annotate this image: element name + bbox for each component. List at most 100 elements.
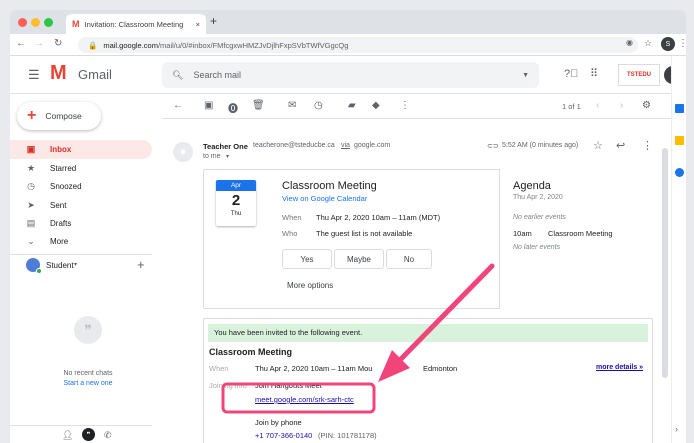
reload-icon[interactable]: ↻: [54, 38, 62, 49]
reply-icon[interactable]: ↩: [616, 139, 625, 152]
delete-icon[interactable]: 🗑︎: [252, 100, 265, 111]
phone-number-link[interactable]: +1 707-366-0140: [255, 431, 312, 440]
compose-plus-icon: +: [27, 107, 37, 124]
minimize-window-icon[interactable]: [31, 18, 40, 27]
bookmark-star-icon[interactable]: ☆: [644, 38, 652, 49]
close-window-icon[interactable]: [18, 18, 27, 27]
phone-pin: (PIN: 101781178): [318, 431, 377, 440]
browser-tab[interactable]: M Invitation: Classroom Meeting ×: [66, 14, 206, 34]
when-value: Thu Apr 2, 2020 10am – 11am (MDT): [316, 213, 441, 222]
sender-avatar[interactable]: ●: [173, 142, 193, 162]
tab-title: Invitation: Classroom Meeting: [84, 19, 184, 29]
join-by-phone-label: Join by phone: [255, 418, 302, 427]
calendar-addon-icon[interactable]: [675, 104, 684, 113]
attachment-icon: ⊂⊃: [487, 143, 499, 150]
new-tab-button[interactable]: +: [210, 14, 217, 28]
search-bar[interactable]: 🔍︎ Search mail ▼: [162, 62, 539, 88]
main-menu-icon[interactable]: ☰: [28, 67, 40, 83]
keep-addon-icon[interactable]: [675, 136, 684, 145]
more-actions-icon[interactable]: ⋮: [400, 100, 410, 111]
recipient-line[interactable]: to me: [203, 153, 221, 160]
tab-close-icon[interactable]: ×: [196, 20, 200, 29]
gmail-logo-text: Gmail: [78, 67, 112, 82]
view-on-calendar-link[interactable]: View on Google Calendar: [282, 194, 367, 203]
sidebar-item-snoozed[interactable]: ◷ Snoozed: [10, 177, 152, 196]
clock-icon: ◷: [27, 181, 35, 191]
star-message-icon[interactable]: ☆: [593, 139, 603, 152]
browser-profile-avatar[interactable]: S: [661, 37, 675, 51]
inbox-icon: ▣: [26, 144, 36, 154]
via-domain: google.com: [354, 142, 391, 149]
mark-unread-icon[interactable]: ✉: [288, 100, 296, 111]
send-icon: ➤: [27, 200, 35, 210]
start-chat-link[interactable]: Start a new one: [52, 380, 124, 387]
agenda-date: Thu Apr 2, 2020: [513, 194, 563, 201]
rsvp-maybe-button[interactable]: Maybe: [334, 249, 384, 269]
show-details-icon[interactable]: ▾: [226, 153, 229, 160]
when-label: When: [282, 213, 302, 222]
back-to-inbox-icon[interactable]: ←: [173, 100, 183, 111]
contacts-person-icon[interactable]: 👤︎: [62, 430, 73, 441]
forward-icon[interactable]: →: [34, 38, 44, 49]
message-scrollbar[interactable]: [662, 148, 668, 378]
hangouts-chat-icon[interactable]: ❞: [82, 428, 95, 441]
apps-grid-icon[interactable]: ⠿: [590, 67, 598, 80]
chevron-down-icon: ⌄: [27, 236, 35, 246]
phone-icon[interactable]: ✆: [104, 430, 112, 441]
rsvp-no-button[interactable]: No: [386, 249, 432, 269]
address-bar-row: ← → ↻ 🔒 mail.google.com/mail/u/0/#inbox/…: [10, 34, 688, 56]
search-options-icon[interactable]: ▼: [522, 72, 529, 79]
organization-logo[interactable]: TSTEDU: [618, 64, 660, 86]
meet-link[interactable]: meet.google.com/srk-sarh-ctc: [255, 395, 354, 404]
star-icon: ★: [26, 163, 36, 173]
snooze-icon[interactable]: ◷: [314, 100, 323, 111]
event-title: Classroom Meeting: [282, 180, 377, 192]
older-icon[interactable]: ›: [620, 100, 623, 111]
sidebar-item-label: Sent: [50, 201, 67, 210]
support-icon[interactable]: ?⃝: [564, 68, 578, 80]
sidebar-item-label: Starred: [50, 164, 77, 173]
no-earlier-events: No earlier events: [513, 214, 566, 221]
archive-icon[interactable]: ▣: [204, 100, 213, 111]
sidebar-item-inbox[interactable]: ▣ Inbox: [10, 140, 152, 159]
more-details-link[interactable]: more details »: [596, 364, 643, 371]
maximize-window-icon[interactable]: [44, 18, 53, 27]
rsvp-yes-button[interactable]: Yes: [282, 249, 332, 269]
url-field[interactable]: 🔒 mail.google.com/mail/u/0/#inbox/FMfcgx…: [78, 37, 638, 53]
move-to-icon[interactable]: ▰: [348, 100, 356, 111]
search-icon[interactable]: 🔍︎: [172, 70, 183, 81]
sidebar-item-label: Drafts: [50, 219, 72, 228]
report-spam-icon[interactable]: ⓿: [228, 100, 238, 115]
user-status-dropdown-icon[interactable]: ▾: [74, 261, 77, 268]
sidebar-item-drafts[interactable]: ▤ Drafts: [10, 214, 152, 233]
gmail-logo-icon[interactable]: M: [50, 62, 67, 85]
invite-when-label: When: [209, 364, 229, 373]
key-icon[interactable]: ◉: [626, 38, 633, 47]
agenda-item-title[interactable]: Classroom Meeting: [548, 229, 613, 238]
expand-side-panel-icon[interactable]: ›: [675, 424, 678, 434]
sidebar-item-more[interactable]: ⌄ More: [10, 232, 152, 251]
search-input[interactable]: Search mail: [193, 70, 512, 80]
compose-button[interactable]: + Compose: [17, 102, 101, 130]
agenda-item-time: 10am: [513, 229, 532, 238]
back-icon[interactable]: ←: [16, 38, 26, 49]
message-more-icon[interactable]: ⋮: [642, 139, 653, 152]
side-panel: ›: [671, 56, 686, 443]
sidebar-item-sent[interactable]: ➤ Sent: [10, 196, 152, 215]
label-icon[interactable]: ◆: [372, 100, 380, 111]
hangouts-user-name[interactable]: Student: [46, 261, 74, 270]
newer-icon[interactable]: ‹: [596, 100, 599, 111]
message-timestamp: 5:52 AM (0 minutes ago): [502, 142, 579, 149]
settings-gear-icon[interactable]: ⚙: [642, 100, 651, 111]
presence-dot-icon: [36, 268, 42, 274]
lock-icon: 🔒: [88, 40, 98, 50]
browser-menu-icon[interactable]: ⋮: [678, 38, 688, 49]
invite-title: Classroom Meeting: [209, 347, 293, 357]
more-options-button[interactable]: More options: [287, 281, 333, 290]
new-chat-plus-icon[interactable]: +: [137, 257, 145, 272]
invite-when-value: Thu Apr 2, 2020 10am – 11am Mou: [255, 364, 373, 373]
agenda-title: Agenda: [513, 180, 551, 192]
tasks-addon-icon[interactable]: [675, 168, 684, 177]
hangouts-empty-icon: ❞: [74, 316, 102, 344]
sidebar-item-starred[interactable]: ★ Starred: [10, 159, 152, 178]
